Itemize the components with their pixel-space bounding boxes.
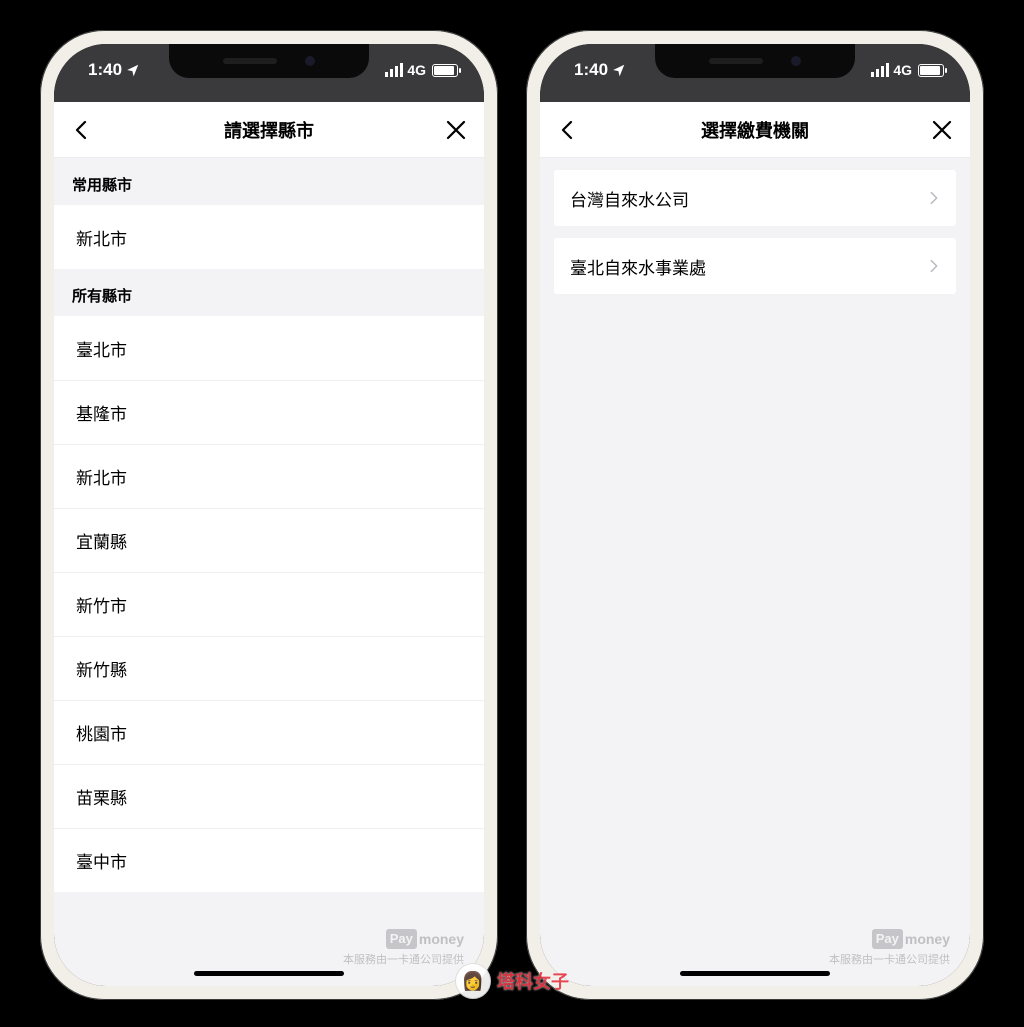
agency-label: 台灣自來水公司 xyxy=(570,186,689,211)
section-frequent-header: 常用縣市 xyxy=(54,158,484,205)
content-area: 常用縣市 新北市 所有縣市 臺北市 基隆市 新北市 宜蘭縣 新竹市 新竹縣 桃園… xyxy=(54,158,484,986)
watermark: 👩 塔科女子 xyxy=(455,963,569,999)
list-item[interactable]: 新北市 xyxy=(54,444,484,508)
brand-money: money xyxy=(419,929,464,950)
list-item[interactable]: 新竹市 xyxy=(54,572,484,636)
list-item-label: 基隆市 xyxy=(76,400,127,425)
brand-money: money xyxy=(905,929,950,950)
phone-screen: 1:40 4G 選擇繳費機關 xyxy=(540,44,970,986)
back-button[interactable] xyxy=(556,118,580,142)
status-time: 1:40 xyxy=(88,60,140,80)
phone-screen: 1:40 4G 請選擇縣市 常用縣市 xyxy=(54,44,484,986)
footer-note: 本服務由一卡通公司提供 xyxy=(829,952,950,969)
location-icon xyxy=(612,63,626,77)
page-title: 請選擇縣市 xyxy=(224,117,314,143)
time-text: 1:40 xyxy=(88,60,122,80)
status-bar: 1:40 4G xyxy=(54,44,484,102)
all-cities-list: 臺北市 基隆市 新北市 宜蘭縣 新竹市 新竹縣 桃園市 苗栗縣 臺中市 xyxy=(54,316,484,892)
agency-item[interactable]: 臺北自來水事業處 xyxy=(554,238,956,294)
notch xyxy=(169,44,369,78)
frequent-list: 新北市 xyxy=(54,205,484,269)
chevron-right-icon xyxy=(926,190,942,206)
list-item[interactable]: 新北市 xyxy=(54,205,484,269)
watermark-avatar-icon: 👩 xyxy=(455,963,491,999)
chevron-right-icon xyxy=(926,258,942,274)
list-item-label: 宜蘭縣 xyxy=(76,528,127,553)
list-item[interactable]: 臺北市 xyxy=(54,316,484,380)
signal-icon xyxy=(871,63,889,77)
close-icon xyxy=(444,118,468,142)
app-header: 請選擇縣市 xyxy=(54,102,484,158)
footer-brand: Pay money 本服務由一卡通公司提供 xyxy=(829,929,950,969)
list-item-label: 臺中市 xyxy=(76,848,127,873)
list-item[interactable]: 臺中市 xyxy=(54,828,484,892)
network-label: 4G xyxy=(407,62,426,78)
battery-icon xyxy=(432,64,458,77)
phone-left: 1:40 4G 請選擇縣市 常用縣市 xyxy=(40,30,498,1000)
list-item-label: 新竹市 xyxy=(76,592,127,617)
list-item[interactable]: 宜蘭縣 xyxy=(54,508,484,572)
list-item-label: 新北市 xyxy=(76,464,127,489)
agency-item[interactable]: 台灣自來水公司 xyxy=(554,170,956,226)
battery-icon xyxy=(918,64,944,77)
list-item-label: 新北市 xyxy=(76,225,127,250)
list-item[interactable]: 苗栗縣 xyxy=(54,764,484,828)
footer-brand: Pay money 本服務由一卡通公司提供 xyxy=(343,929,464,969)
network-label: 4G xyxy=(893,62,912,78)
list-item-label: 桃園市 xyxy=(76,720,127,745)
brand-pay: Pay xyxy=(386,929,417,949)
list-item-label: 臺北市 xyxy=(76,336,127,361)
section-all-header: 所有縣市 xyxy=(54,269,484,316)
home-indicator[interactable] xyxy=(680,971,830,976)
close-button[interactable] xyxy=(444,118,468,142)
list-item[interactable]: 基隆市 xyxy=(54,380,484,444)
app-header: 選擇繳費機關 xyxy=(540,102,970,158)
close-button[interactable] xyxy=(930,118,954,142)
chevron-left-icon xyxy=(70,118,94,142)
chevron-left-icon xyxy=(556,118,580,142)
status-bar: 1:40 4G xyxy=(540,44,970,102)
list-item-label: 苗栗縣 xyxy=(76,784,127,809)
status-time: 1:40 xyxy=(574,60,626,80)
agency-list: 台灣自來水公司 臺北自來水事業處 xyxy=(540,158,970,294)
list-item-label: 新竹縣 xyxy=(76,656,127,681)
status-right: 4G xyxy=(871,62,944,78)
page-title: 選擇繳費機關 xyxy=(701,117,809,143)
list-item[interactable]: 新竹縣 xyxy=(54,636,484,700)
signal-icon xyxy=(385,63,403,77)
watermark-text: 塔科女子 xyxy=(497,968,569,994)
time-text: 1:40 xyxy=(574,60,608,80)
footer-note: 本服務由一卡通公司提供 xyxy=(343,952,464,969)
home-indicator[interactable] xyxy=(194,971,344,976)
close-icon xyxy=(930,118,954,142)
content-area: 台灣自來水公司 臺北自來水事業處 Pay xyxy=(540,158,970,986)
notch xyxy=(655,44,855,78)
list-item[interactable]: 桃園市 xyxy=(54,700,484,764)
back-button[interactable] xyxy=(70,118,94,142)
location-icon xyxy=(126,63,140,77)
brand-pay: Pay xyxy=(872,929,903,949)
status-right: 4G xyxy=(385,62,458,78)
agency-label: 臺北自來水事業處 xyxy=(570,254,706,279)
phone-right: 1:40 4G 選擇繳費機關 xyxy=(526,30,984,1000)
